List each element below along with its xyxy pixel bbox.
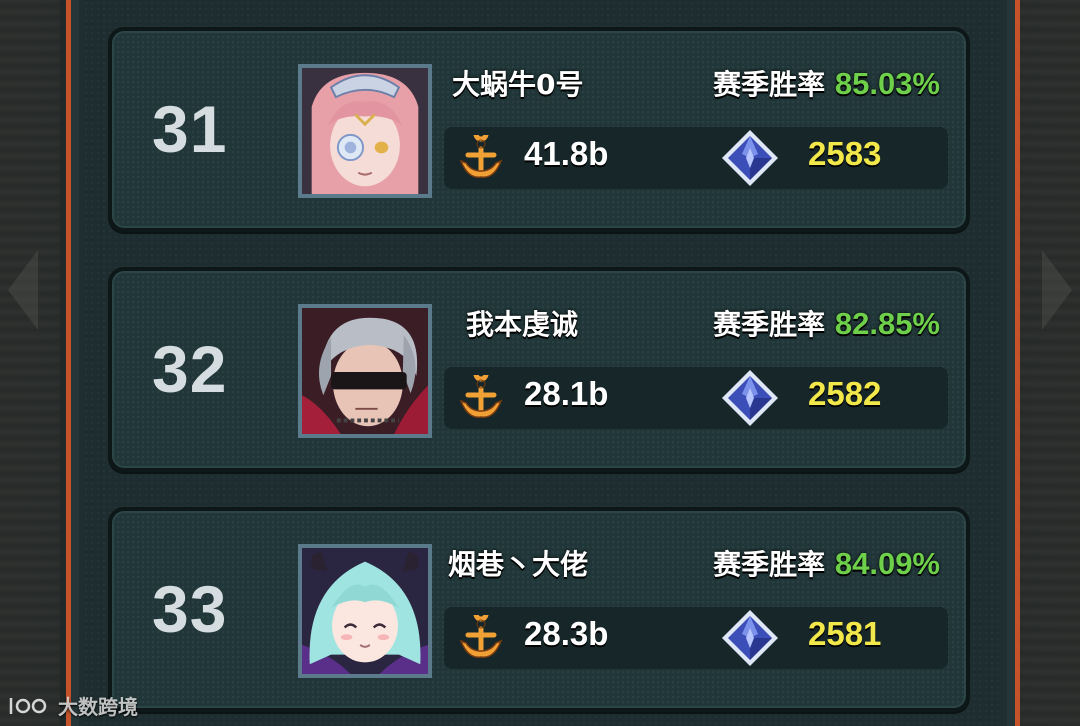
stats-bar: 28.1b 2582	[444, 367, 948, 429]
pink-hair-avatar-icon	[302, 68, 428, 194]
winrate-label: 赛季胜率	[713, 68, 826, 101]
anchor-icon	[459, 615, 503, 658]
player-avatar[interactable]	[298, 544, 432, 678]
winrate-value: 82.85%	[834, 306, 940, 341]
power-value: 41.8b	[524, 135, 609, 172]
right-background	[1020, 0, 1080, 726]
leaderboard-row[interactable]: 31 大蜗牛0号 赛季胜率 85.03% 41.8b 2583	[108, 27, 970, 232]
score-value: 2581	[808, 615, 882, 652]
season-winrate: 赛季胜率 84.09%	[713, 543, 940, 583]
winrate-label: 赛季胜率	[713, 308, 826, 341]
player-name: 烟巷丶大佬	[448, 548, 589, 581]
blue-crystal-icon	[722, 130, 778, 186]
season-winrate: 赛季胜率 82.85%	[713, 303, 940, 343]
score-value: 2582	[808, 375, 882, 412]
player-avatar[interactable]	[298, 304, 432, 438]
leaderboard-row[interactable]: 32 我本虔诚 赛季胜率 82.85% 28.1b 2582	[108, 267, 970, 472]
leaderboard-screen: 31 大蜗牛0号 赛季胜率 85.03% 41.8b 2583 32 我本虔诚 …	[0, 0, 1080, 726]
cyan-hair-avatar-icon	[302, 548, 428, 674]
next-arrow-icon[interactable]	[1042, 250, 1072, 330]
player-name: 大蜗牛0号	[452, 68, 584, 101]
power-value: 28.1b	[524, 375, 609, 412]
rank-number: 31	[152, 92, 228, 166]
watermark: 大数跨境	[8, 691, 138, 720]
winrate-label: 赛季胜率	[713, 548, 826, 581]
winrate-value: 85.03%	[834, 66, 940, 101]
prev-arrow-icon[interactable]	[8, 250, 38, 330]
watermark-text: 大数跨境	[58, 695, 138, 719]
leaderboard-row[interactable]: 33 烟巷丶大佬 赛季胜率 84.09% 28.3b 2581	[108, 507, 970, 712]
blue-crystal-icon	[722, 370, 778, 426]
anchor-icon	[459, 375, 503, 418]
player-avatar[interactable]	[298, 64, 432, 198]
blue-crystal-icon	[722, 610, 778, 666]
silver-hair-avatar-icon	[302, 308, 428, 434]
rank-number: 32	[152, 332, 228, 406]
left-background	[0, 0, 60, 726]
watermark-logo-icon	[9, 697, 47, 714]
winrate-value: 84.09%	[834, 546, 940, 581]
rank-number: 33	[152, 572, 228, 646]
stats-bar: 41.8b 2583	[444, 127, 948, 189]
score-value: 2583	[808, 135, 882, 172]
player-name: 我本虔诚	[466, 308, 579, 341]
anchor-icon	[459, 135, 503, 178]
stats-bar: 28.3b 2581	[444, 607, 948, 669]
power-value: 28.3b	[524, 615, 609, 652]
season-winrate: 赛季胜率 85.03%	[713, 63, 940, 103]
